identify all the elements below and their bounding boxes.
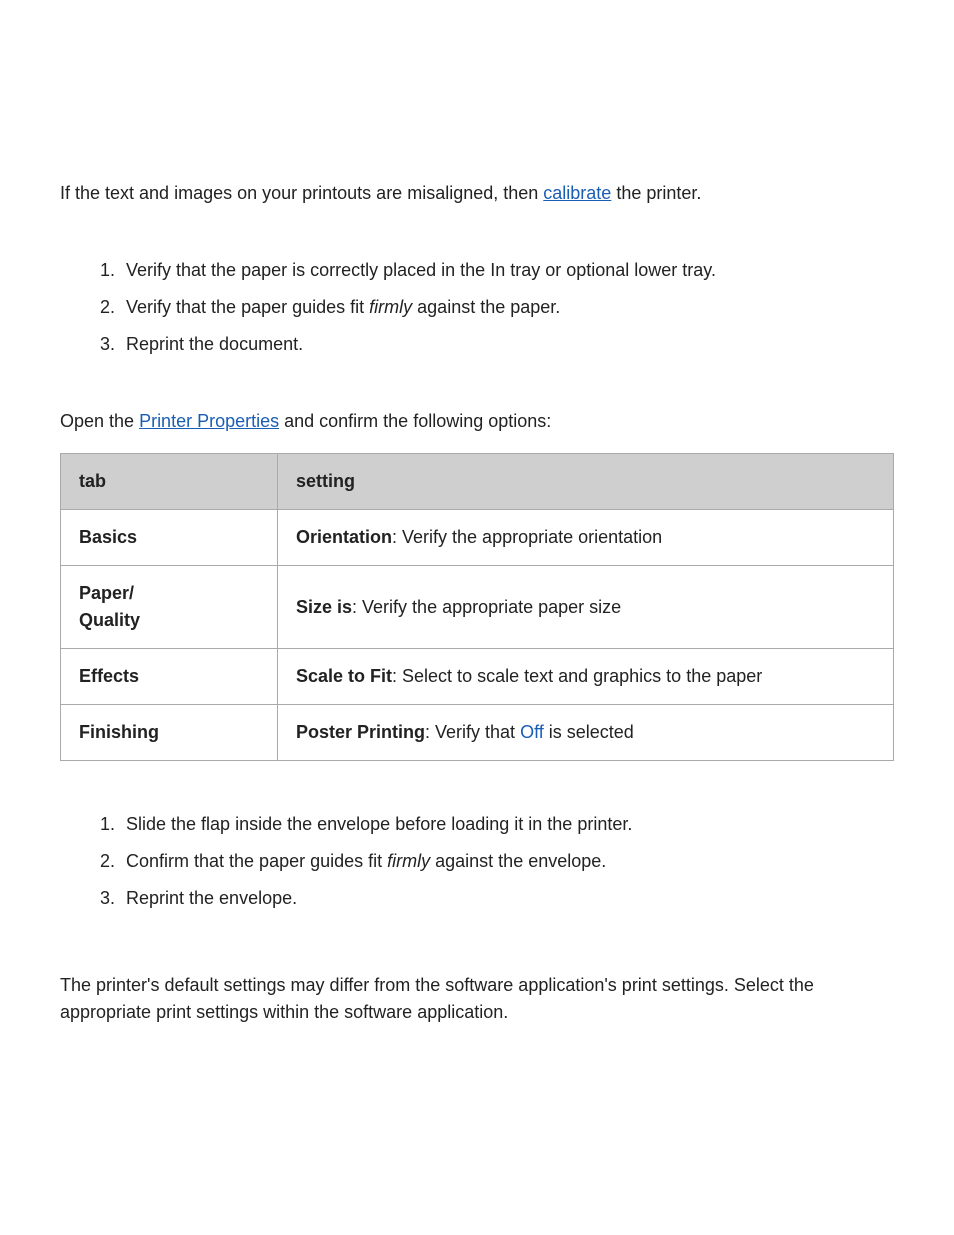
step-text: Confirm that the paper guides fit [126,851,387,871]
steps-list-2: Slide the flap inside the envelope befor… [60,811,894,912]
setting-label: Orientation [296,527,392,547]
list-item: Slide the flap inside the envelope befor… [120,811,894,838]
step-text: against the envelope. [430,851,606,871]
step-text: Verify that the paper is correctly place… [126,260,716,280]
document-body: If the text and images on your printouts… [60,180,894,1026]
table-tab-cell: Paper/ Quality [61,566,278,649]
list-item: Reprint the document. [120,331,894,358]
table-row: Paper/ Quality Size is: Verify the appro… [61,566,894,649]
list-item: Verify that the paper is correctly place… [120,257,894,284]
table-setting-cell: Size is: Verify the appropriate paper si… [278,566,894,649]
setting-desc: : Select to scale text and graphics to t… [392,666,762,686]
setting-label: Size is [296,597,352,617]
table-tab-cell: Basics [61,510,278,566]
intro-paragraph: If the text and images on your printouts… [60,180,894,207]
printer-properties-link[interactable]: Printer Properties [139,411,279,431]
calibrate-link[interactable]: calibrate [543,183,611,203]
step-emphasis: firmly [369,297,412,317]
step-text: against the paper. [412,297,560,317]
default-note: The printer's default settings may diffe… [60,972,894,1026]
list-item: Verify that the paper guides fit firmly … [120,294,894,321]
list-item: Reprint the envelope. [120,885,894,912]
table-intro-after: and confirm the following options: [279,411,551,431]
step-text: Reprint the document. [126,334,303,354]
steps-list-1: Verify that the paper is correctly place… [60,257,894,358]
setting-label: Scale to Fit [296,666,392,686]
setting-desc-after: is selected [544,722,634,742]
table-header-tab: tab [61,454,278,510]
table-setting-cell: Poster Printing: Verify that Off is sele… [278,705,894,761]
table-header-setting: setting [278,454,894,510]
settings-table: tab setting Basics Orientation: Verify t… [60,453,894,761]
setting-desc-before: : Verify that [425,722,520,742]
table-row: Effects Scale to Fit: Select to scale te… [61,649,894,705]
table-tab-cell: Finishing [61,705,278,761]
step-emphasis: firmly [387,851,430,871]
step-text: Slide the flap inside the envelope befor… [126,814,632,834]
table-row: Finishing Poster Printing: Verify that O… [61,705,894,761]
list-item: Confirm that the paper guides fit firmly… [120,848,894,875]
intro-text-after: the printer. [611,183,701,203]
setting-desc: : Verify the appropriate orientation [392,527,662,547]
step-text: Verify that the paper guides fit [126,297,369,317]
table-tab-cell: Effects [61,649,278,705]
table-setting-cell: Scale to Fit: Select to scale text and g… [278,649,894,705]
table-row: Basics Orientation: Verify the appropria… [61,510,894,566]
table-header-row: tab setting [61,454,894,510]
setting-off-value: Off [520,722,544,742]
table-intro-paragraph: Open the Printer Properties and confirm … [60,408,894,435]
setting-desc: : Verify the appropriate paper size [352,597,621,617]
table-setting-cell: Orientation: Verify the appropriate orie… [278,510,894,566]
step-text: Reprint the envelope. [126,888,297,908]
setting-label: Poster Printing [296,722,425,742]
intro-text-before: If the text and images on your printouts… [60,183,543,203]
table-intro-before: Open the [60,411,139,431]
